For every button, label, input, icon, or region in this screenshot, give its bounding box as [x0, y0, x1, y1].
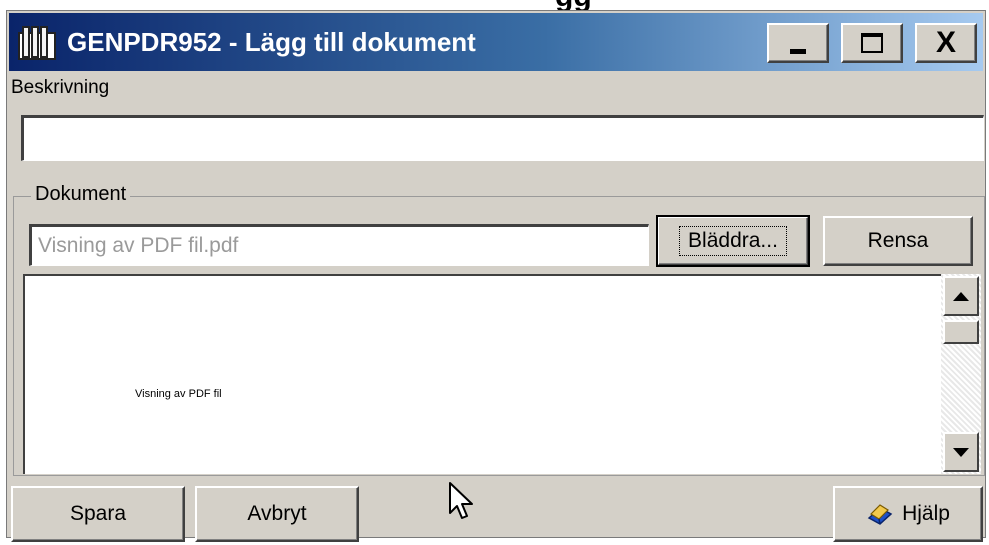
- mouse-cursor-icon: [449, 482, 473, 519]
- cancel-button[interactable]: Avbryt: [195, 486, 359, 542]
- maximize-button[interactable]: [841, 23, 903, 63]
- title-bar[interactable]: GENPDR952 - Lägg till dokument X: [9, 13, 983, 71]
- close-icon: X: [935, 26, 956, 59]
- scroll-down-icon: [953, 447, 969, 457]
- window-title: GENPDR952 - Lägg till dokument: [67, 27, 476, 57]
- dialog-window: GENPDR952 - Lägg till dokument X Beskriv…: [6, 10, 986, 542]
- clear-button[interactable]: Rensa: [823, 216, 973, 266]
- close-button[interactable]: X: [915, 23, 977, 63]
- scroll-thumb[interactable]: [943, 320, 979, 344]
- save-button-label: Spara: [69, 502, 127, 525]
- clear-button-label: Rensa: [867, 229, 929, 252]
- document-group-label: Dokument: [31, 183, 131, 206]
- minimize-button[interactable]: [767, 23, 829, 63]
- scroll-up-icon: [953, 291, 969, 301]
- help-book-icon: [867, 504, 893, 525]
- app-icon: [18, 26, 56, 60]
- description-input[interactable]: [21, 115, 984, 161]
- scroll-down-button[interactable]: [943, 432, 979, 472]
- help-button[interactable]: Hjälp: [833, 486, 983, 542]
- scroll-up-button[interactable]: [943, 276, 979, 316]
- save-button[interactable]: Spara: [11, 486, 185, 542]
- document-preview[interactable]: Visning av PDF fil: [23, 274, 981, 474]
- maximize-icon: [861, 33, 883, 53]
- help-button-label: Hjälp: [902, 502, 950, 525]
- document-path-field[interactable]: [29, 224, 649, 266]
- description-label: Beskrivning: [11, 77, 110, 98]
- browse-button-label: Bläddra...: [679, 226, 787, 256]
- cancel-button-label: Avbryt: [247, 502, 307, 525]
- preview-text: Visning av PDF fil: [135, 388, 222, 400]
- browse-button[interactable]: Bläddra...: [656, 215, 810, 267]
- vertical-scrollbar[interactable]: [941, 274, 981, 474]
- minimize-icon: [790, 48, 806, 54]
